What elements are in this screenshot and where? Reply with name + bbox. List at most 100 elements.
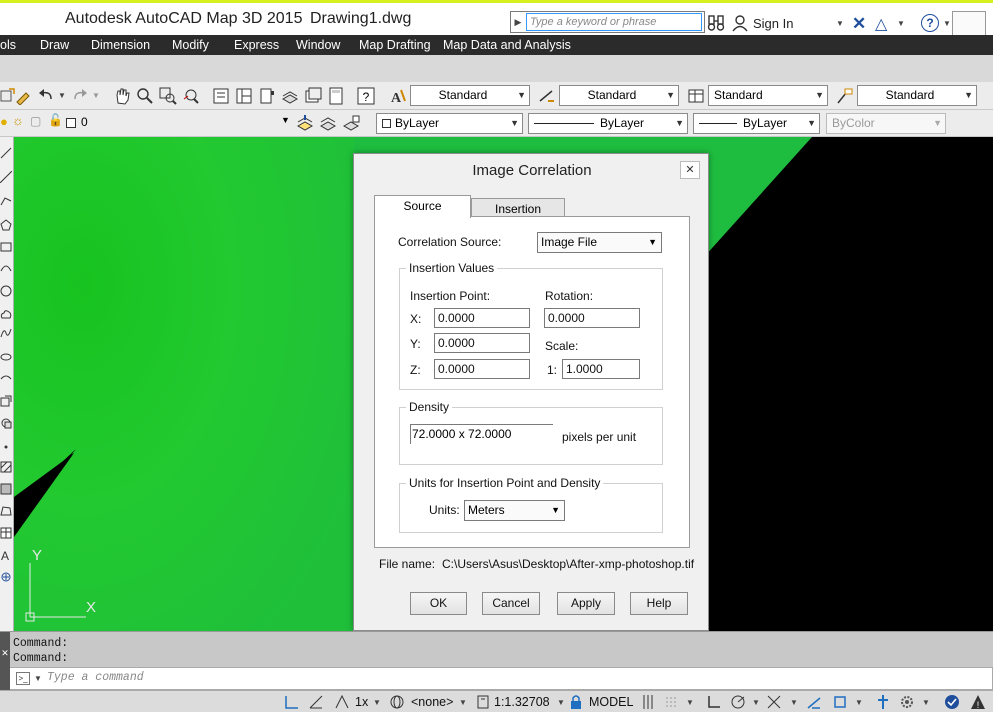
osnap-chevron-icon[interactable]: ▼ <box>855 698 863 707</box>
arc-icon[interactable] <box>0 261 12 273</box>
table-icon[interactable] <box>0 527 12 539</box>
annotation-scale-icon[interactable] <box>476 694 492 710</box>
isodraft-icon[interactable] <box>766 694 782 710</box>
layer-states-icon[interactable] <box>342 114 360 132</box>
dialog-close-button[interactable]: ✕ <box>680 161 700 179</box>
polar-tracking-icon[interactable] <box>730 694 746 710</box>
revision-cloud-icon[interactable] <box>0 309 12 321</box>
table-style-select[interactable]: Standard ▼ <box>708 85 828 106</box>
annotation-visibility-icon[interactable] <box>334 694 350 710</box>
construction-line-icon[interactable] <box>0 171 12 183</box>
ucs-status-icon[interactable] <box>284 694 300 710</box>
tab-source[interactable]: Source <box>374 195 471 218</box>
insert-block-icon[interactable] <box>0 395 12 407</box>
object-snap-tracking-icon[interactable] <box>806 694 822 710</box>
exchange-x-icon[interactable]: ✕ <box>852 14 866 34</box>
settings-gear-icon[interactable] <box>899 694 915 710</box>
sign-in-chevron-down-icon[interactable]: ▼ <box>836 19 844 28</box>
ellipse-icon[interactable] <box>0 351 12 363</box>
menu-dimension[interactable]: Dimension <box>91 38 150 52</box>
multiline-text-icon[interactable]: A <box>0 549 12 561</box>
units-select[interactable]: Meters ▼ <box>464 500 565 521</box>
grid-icon[interactable] <box>640 694 656 710</box>
color-select[interactable]: ByLayer ▼ <box>376 113 523 134</box>
annotation-scale[interactable]: 1:1.32708 <box>494 695 550 709</box>
user-icon[interactable] <box>732 14 748 32</box>
undo-dropdown-icon[interactable]: ▼ <box>58 91 66 100</box>
warning-icon[interactable]: ! <box>970 694 986 710</box>
scale-chevron-down-icon[interactable]: ▼ <box>373 698 381 707</box>
point-icon[interactable] <box>0 441 12 453</box>
sheet-set-icon[interactable] <box>281 87 299 105</box>
help-chevron-down-icon[interactable]: ▼ <box>943 19 951 28</box>
settings-chevron-icon[interactable]: ▼ <box>922 698 930 707</box>
make-layer-current-icon[interactable] <box>296 114 314 132</box>
layer-previous-icon[interactable] <box>319 114 337 132</box>
lineweight-select[interactable]: ByLayer ▼ <box>693 113 820 134</box>
pan-hand-icon[interactable] <box>113 87 131 105</box>
redo-dropdown-icon[interactable]: ▼ <box>92 91 100 100</box>
calculator-icon[interactable] <box>327 87 345 105</box>
match-properties-icon[interactable] <box>14 87 32 105</box>
scale-factor[interactable]: 1x <box>355 695 368 709</box>
ok-button[interactable]: OK <box>410 592 467 615</box>
binoculars-icon[interactable] <box>707 14 725 32</box>
ellipse-arc-icon[interactable] <box>0 373 12 385</box>
object-snap-icon[interactable] <box>832 694 848 710</box>
properties-icon[interactable] <box>212 87 230 105</box>
tool-palettes-icon[interactable] <box>258 87 276 105</box>
multileader-style-select[interactable]: Standard ▼ <box>857 85 977 106</box>
cancel-button[interactable]: Cancel <box>482 592 540 615</box>
table-style-icon[interactable] <box>687 87 705 105</box>
snap-icon[interactable] <box>664 694 680 710</box>
polyline-icon[interactable] <box>0 195 12 207</box>
dim-style-icon[interactable] <box>538 87 556 105</box>
menu-map-data-analysis[interactable]: Map Data and Analysis <box>443 38 571 52</box>
snap-chevron-icon[interactable]: ▼ <box>686 698 694 707</box>
help-toolbar-icon[interactable]: ? <box>357 87 375 105</box>
search-expand-icon[interactable]: ▶ <box>511 12 525 32</box>
command-prompt-icon[interactable]: >_ <box>16 672 30 685</box>
menu-draw[interactable]: Draw <box>40 38 69 52</box>
spline-icon[interactable] <box>0 327 12 339</box>
layer-select[interactable]: 0 ▼ <box>0 113 293 134</box>
hatch-icon[interactable] <box>0 461 12 473</box>
annotation-scale-chevron-icon[interactable]: ▼ <box>557 698 565 707</box>
circle-icon[interactable] <box>0 285 12 297</box>
redo-icon[interactable] <box>71 87 89 105</box>
linetype-select[interactable]: ByLayer ▼ <box>528 113 688 134</box>
scale-input[interactable]: 1.0000 <box>562 359 640 379</box>
globe-icon[interactable] <box>389 694 405 710</box>
menu-map-drafting[interactable]: Map Drafting <box>359 38 431 52</box>
zoom-window-icon[interactable] <box>159 87 177 105</box>
recent-commands-chevron-icon[interactable]: ▼ <box>34 674 42 683</box>
model-space-toggle[interactable]: MODEL <box>589 695 633 709</box>
make-block-icon[interactable] <box>0 417 12 429</box>
add-selected-icon[interactable] <box>0 571 12 583</box>
command-close-icon[interactable]: ✕ <box>0 632 10 668</box>
text-style-icon[interactable]: A <box>389 87 407 105</box>
polar-chevron-icon[interactable]: ▼ <box>752 698 760 707</box>
undo-icon[interactable] <box>37 87 55 105</box>
insertion-z-input[interactable]: 0.0000 <box>434 359 530 379</box>
help-button[interactable]: Help <box>630 592 688 615</box>
coordinate-system[interactable]: <none> <box>411 695 453 709</box>
rectangle-icon[interactable] <box>0 241 12 253</box>
markup-set-icon[interactable] <box>304 87 322 105</box>
insertion-y-input[interactable]: 0.0000 <box>434 333 530 353</box>
region-icon[interactable] <box>0 505 12 517</box>
polygon-icon[interactable] <box>0 219 12 231</box>
ortho-icon[interactable] <box>706 694 722 710</box>
command-line[interactable]: >_ ▼ Type a command <box>0 667 993 690</box>
coordinate-system-chevron-icon[interactable]: ▼ <box>459 698 467 707</box>
lock-icon[interactable] <box>568 694 584 710</box>
command-input[interactable]: Type a command <box>47 671 144 684</box>
menu-modify[interactable]: Modify <box>172 38 209 52</box>
zoom-realtime-icon[interactable] <box>136 87 154 105</box>
a360-chevron-down-icon[interactable]: ▼ <box>897 19 905 28</box>
multileader-style-icon[interactable] <box>836 87 854 105</box>
correlation-source-select[interactable]: Image File ▼ <box>537 232 662 253</box>
hardware-acceleration-icon[interactable] <box>944 694 960 710</box>
annotation-monitor-icon[interactable] <box>875 694 891 710</box>
line-tool-icon[interactable] <box>0 147 12 159</box>
